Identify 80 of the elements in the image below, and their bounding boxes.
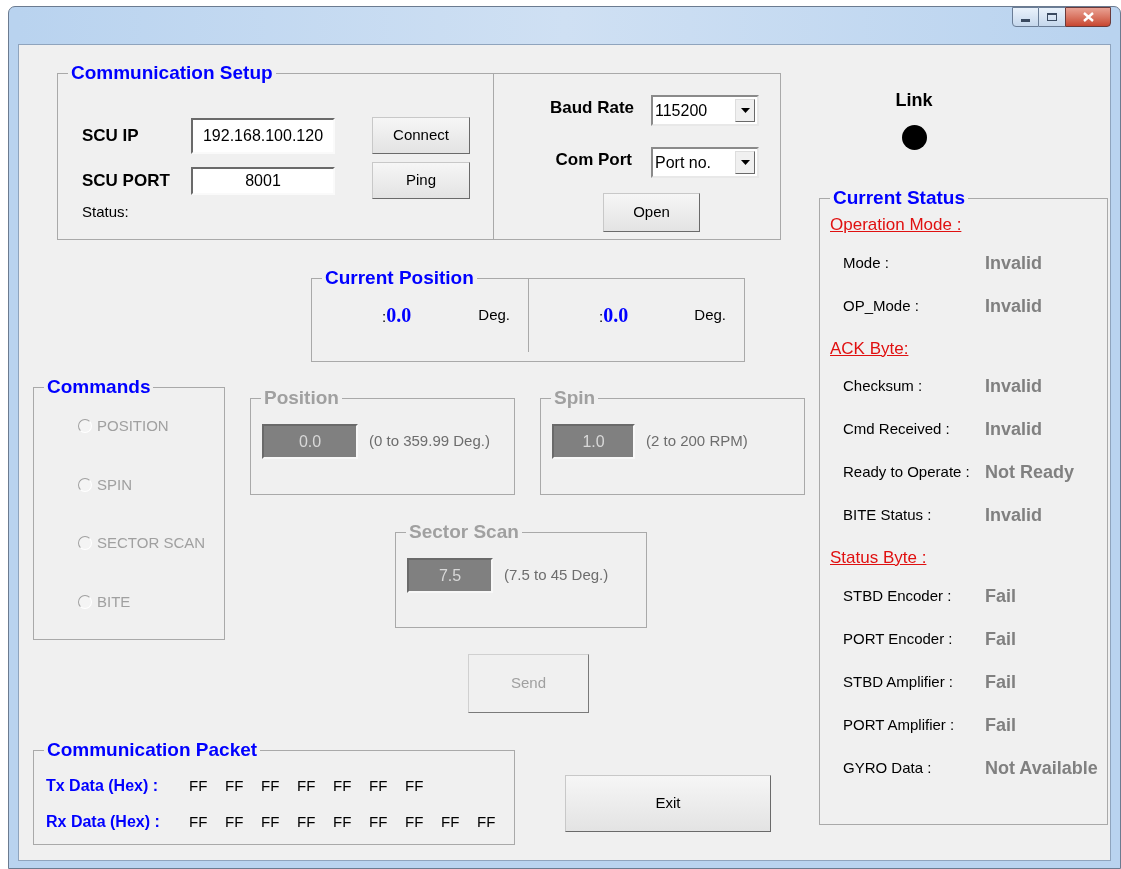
dropdown[interactable]: Port no. [651,147,759,178]
unit-label: Deg. [694,304,726,325]
range-label: (7.5 to 45 Deg.) [504,565,609,586]
group-title: Spin [553,388,597,408]
status-label: Cmd Received : [843,419,951,440]
group-title: Current Status [832,188,966,208]
field-label: SCU IP [82,124,140,147]
status-label: GYRO Data : [843,757,933,778]
maximize-icon [1047,13,1057,21]
ping-button[interactable]: Ping [372,162,470,199]
unit-label: Deg. [478,304,510,325]
status-value: Invalid [985,418,1042,441]
hex-byte: FF [261,811,281,832]
maximize-button[interactable] [1039,7,1065,27]
status-value: Invalid [985,504,1042,527]
status-label: OP_Mode : [843,295,920,316]
caret-icon [735,99,755,122]
group-title: Position [263,388,340,408]
status-value: Fail [985,670,1016,694]
minimize-icon [1021,19,1030,22]
group-title: Communication Setup [70,63,274,83]
group-title: Communication Packet [46,740,259,760]
status-label: PORT Encoder : [843,628,954,649]
dropdown[interactable]: 115200 [651,95,759,126]
hex-byte: FF [405,811,425,832]
packet-label: Tx Data (Hex) : [46,776,160,796]
section-heading: Status Byte : [830,548,927,567]
hex-byte: FF [369,775,389,796]
field-label: Com Port [554,148,632,171]
position-reading: :0.0 [599,303,629,328]
hex-byte: FF [189,811,209,832]
status-value: Invalid [985,375,1042,398]
link-label: Link [895,89,933,112]
status-value: Invalid [985,294,1042,318]
status-label: STBD Encoder : [843,585,953,606]
hex-byte: FF [261,775,281,796]
open-button[interactable]: Open [603,193,700,232]
field-label: SCU PORT [82,169,171,192]
close-icon [1082,12,1094,22]
hex-byte: FF [369,811,389,832]
status-label: Mode : [843,252,890,273]
hex-byte: FF [297,811,317,832]
caret-icon [735,151,755,174]
hex-byte: FF [441,811,461,832]
port-field[interactable]: 8001 [191,166,335,195]
status-label: Ready to Operate : [843,462,971,483]
hex-byte: FF [405,775,425,796]
range-label: (2 to 200 RPM) [646,431,748,452]
hex-byte: FF [333,775,353,796]
status-value: Not Available [985,756,1098,780]
field-label: Baud Rate [548,96,634,119]
status-label: Status: [82,202,130,222]
position-reading: :0.0 [382,303,412,328]
exit-button[interactable]: Exit [565,775,771,832]
hex-byte: FF [333,811,353,832]
status-label: PORT Amplifier : [843,714,956,735]
status-value: Fail [985,627,1016,651]
status-label: STBD Amplifier : [843,671,955,692]
status-value: Fail [985,713,1016,737]
hex-byte: FF [189,775,209,796]
status-value: Not Ready [985,461,1074,484]
range-label: (0 to 359.99 Deg.) [369,431,490,452]
status-label: BITE Status : [843,505,933,526]
hex-byte: FF [225,775,245,796]
group-title: Current Position [324,268,475,288]
close-button[interactable] [1065,7,1111,27]
minimize-button[interactable] [1012,7,1039,27]
status-value: Fail [985,584,1016,608]
hex-byte: FF [477,811,497,832]
hex-byte: FF [297,775,317,796]
section-heading: ACK Byte: [830,338,909,358]
group-title: Commands [46,377,152,397]
connect-button[interactable]: Connect [372,117,470,154]
hex-byte: FF [225,811,245,832]
group-title: Sector Scan [408,522,520,542]
status-value: Invalid [985,251,1042,275]
section-heading: Operation Mode : [830,215,962,234]
ip-address-field[interactable]: 192.168.100.120 [191,117,335,154]
status-label: Checksum : [843,376,924,397]
packet-label: Rx Data (Hex) : [46,812,161,832]
